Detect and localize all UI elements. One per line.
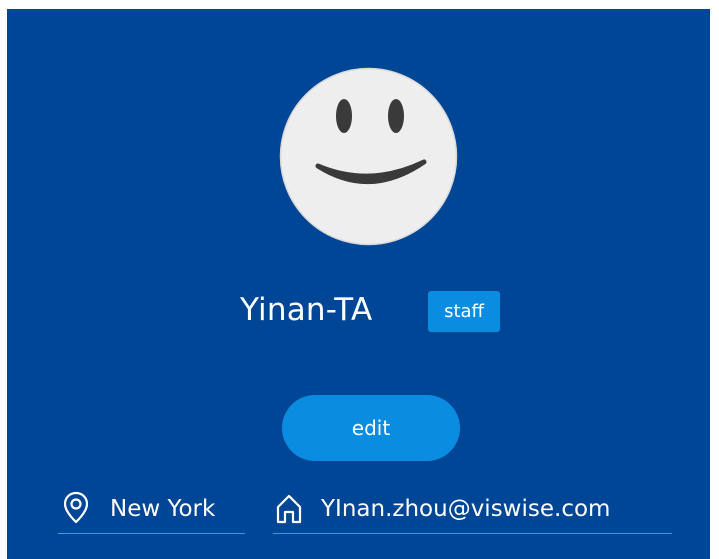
edit-button[interactable]: edit [282,395,460,461]
location-field: New York [58,485,245,534]
smiley-face-icon [279,67,458,246]
location-value: New York [110,496,216,522]
email-field: YInan.zhou@viswise.com [273,485,672,534]
map-pin-icon [63,491,89,524]
home-icon [276,494,302,524]
profile-name-row: Yinan-TA staff [0,287,719,333]
email-value: YInan.zhou@viswise.com [321,496,611,522]
profile-name: Yinan-TA [240,292,373,328]
role-badge: staff [428,291,500,332]
